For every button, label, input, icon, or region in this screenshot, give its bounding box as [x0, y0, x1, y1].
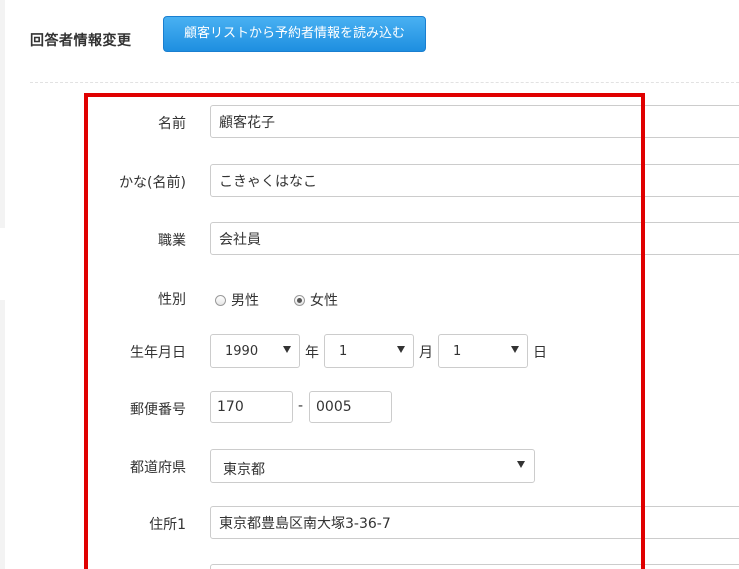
postal-code-part1-field[interactable] — [210, 391, 293, 423]
address1-label: 住所1 — [149, 517, 186, 533]
birth-day-select[interactable]: 1 — [438, 334, 528, 368]
chevron-down-icon — [517, 461, 525, 468]
prefecture-label: 都道府県 — [130, 460, 186, 476]
left-edge-strip — [0, 0, 5, 228]
name-field[interactable] — [210, 105, 739, 138]
chevron-down-icon — [511, 346, 519, 353]
birthdate-label: 生年月日 — [130, 345, 186, 361]
prefecture-select[interactable]: 東京都 — [210, 449, 535, 483]
chevron-down-icon — [283, 346, 291, 353]
postal-code-label: 郵便番号 — [130, 402, 186, 418]
occupation-field[interactable] — [210, 222, 739, 255]
page-title: 回答者情報変更 — [30, 33, 132, 49]
birth-month-value: 1 — [339, 344, 348, 359]
gender-option-label: 女性 — [310, 293, 338, 309]
name-label: 名前 — [158, 116, 186, 132]
birth-month-select[interactable]: 1 — [324, 334, 414, 368]
day-unit: 日 — [533, 345, 547, 361]
left-edge-strip — [0, 300, 5, 569]
birth-day-value: 1 — [453, 344, 462, 359]
gender-label: 性別 — [158, 292, 186, 308]
respondent-edit-page: 回答者情報変更 顧客リストから予約者情報を読み込む 名前 かな(名前) 職業 性… — [0, 0, 739, 569]
load-from-customer-list-button[interactable]: 顧客リストから予約者情報を読み込む — [163, 16, 426, 52]
year-unit: 年 — [305, 345, 319, 361]
address2-field[interactable] — [210, 564, 739, 569]
postal-code-part2-field[interactable] — [309, 391, 392, 423]
birth-year-select[interactable]: 1990 — [210, 334, 300, 368]
gender-radio-female[interactable]: 女性 — [294, 290, 338, 310]
birth-year-value: 1990 — [225, 344, 259, 359]
postal-code-separator: - — [298, 398, 304, 414]
occupation-label: 職業 — [158, 233, 186, 249]
gender-radio-male[interactable]: 男性 — [215, 290, 259, 310]
month-unit: 月 — [419, 345, 433, 361]
kana-label: かな(名前) — [119, 175, 186, 191]
radio-unchecked-icon — [215, 294, 226, 306]
chevron-down-icon — [397, 346, 405, 353]
gender-option-label: 男性 — [231, 293, 259, 309]
header-divider — [30, 82, 739, 83]
kana-field[interactable] — [210, 164, 739, 197]
address1-field[interactable] — [210, 506, 739, 539]
radio-checked-icon — [294, 294, 305, 306]
prefecture-value: 東京都 — [223, 462, 265, 478]
